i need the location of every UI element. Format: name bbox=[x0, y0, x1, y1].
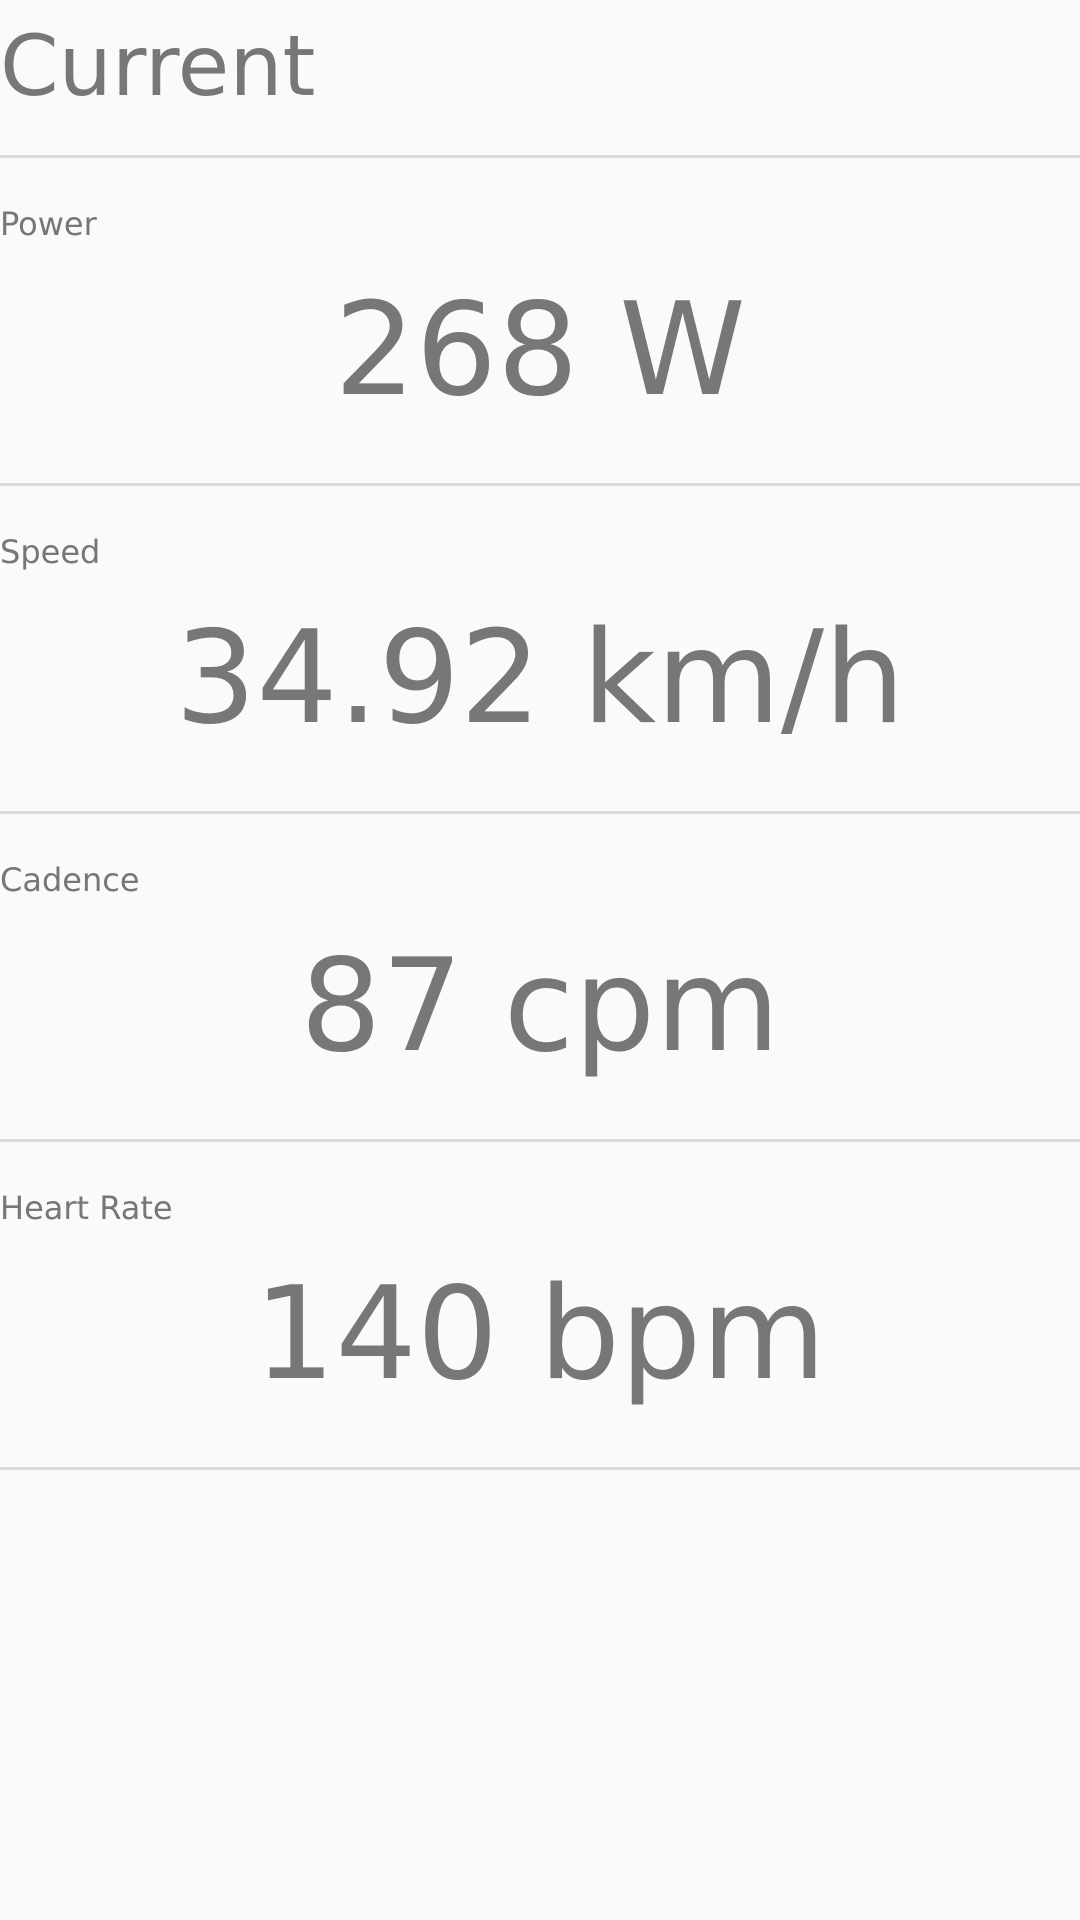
metric-speed-card: Speed 34.92 km/h bbox=[0, 486, 1080, 814]
page-title: Current bbox=[0, 17, 316, 115]
metric-cadence-card: Cadence 87 cpm bbox=[0, 814, 1080, 1142]
page-header: Current bbox=[0, 0, 1080, 158]
current-metrics-screen: Current Power 268 W Speed 34.92 km/h Cad… bbox=[0, 0, 1080, 1920]
metric-power-card: Power 268 W bbox=[0, 158, 1080, 486]
heart-rate-value: 140 bpm bbox=[253, 1260, 827, 1409]
speed-label: Speed bbox=[0, 533, 101, 571]
heart-rate-label: Heart Rate bbox=[0, 1189, 173, 1227]
cadence-value: 87 cpm bbox=[300, 932, 780, 1081]
cadence-label: Cadence bbox=[0, 861, 140, 899]
power-value: 268 W bbox=[334, 276, 746, 425]
metric-heart-rate-card: Heart Rate 140 bpm bbox=[0, 1142, 1080, 1470]
power-label: Power bbox=[0, 205, 97, 243]
speed-value: 34.92 km/h bbox=[174, 604, 906, 753]
